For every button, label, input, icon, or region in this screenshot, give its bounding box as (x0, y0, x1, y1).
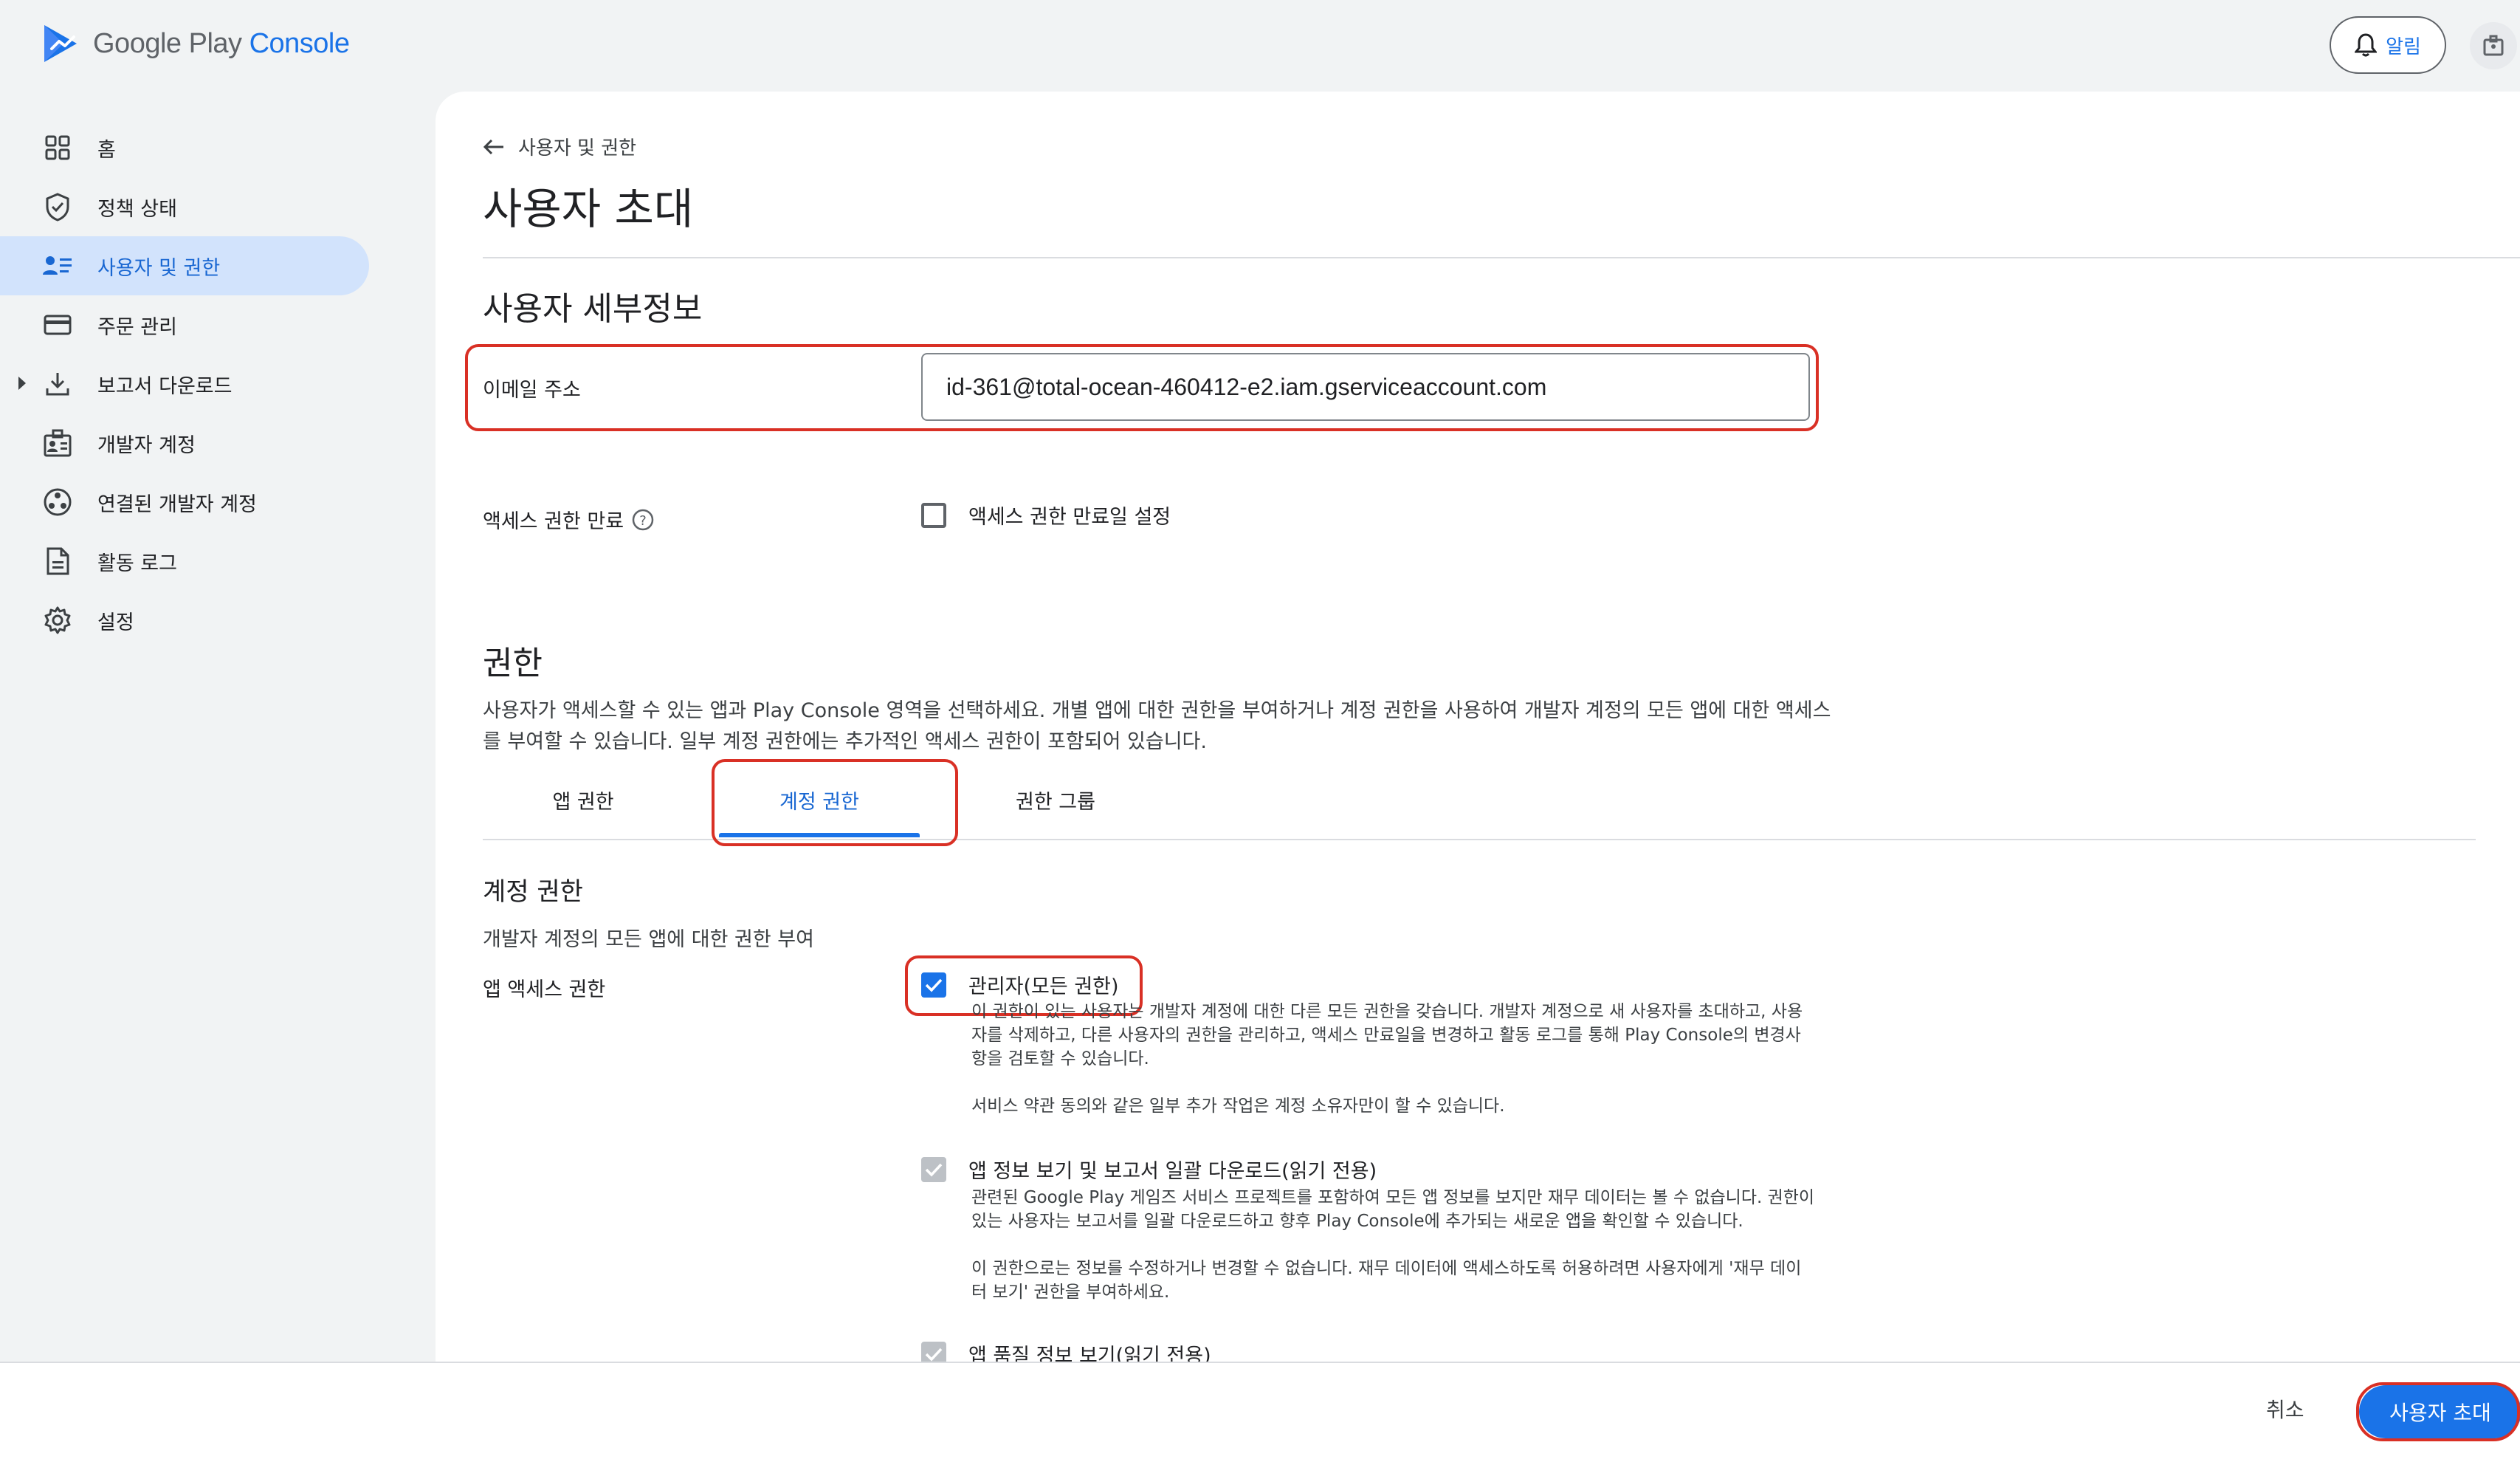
view-quality-label: 앱 품질 정보 보기(읽기 전용) (968, 1345, 1211, 1362)
expiry-checkbox-row[interactable]: 액세스 권한 만료일 설정 (921, 501, 1171, 529)
developer-badge-icon (2483, 35, 2504, 56)
view-app-info-desc-line4: 터 보기' 권한을 부여하세요. (971, 1283, 1170, 1302)
admin-desc-line2: 자를 삭제하고, 다른 사용자의 권한을 관리하고, 액세스 만료일을 변경하고… (971, 1026, 1801, 1045)
help-icon[interactable]: ? (631, 508, 655, 532)
sidebar-item-order-management[interactable]: 주문 관리 (0, 295, 413, 354)
permissions-heading: 권한 (483, 645, 543, 682)
permissions-description: 사용자가 액세스할 수 있는 앱과 Play Console 영역을 선택하세요… (483, 696, 1959, 758)
credit-card-icon (41, 309, 74, 341)
breadcrumb[interactable]: 사용자 및 권한 (483, 133, 636, 160)
sidebar-item-label: 연결된 개발자 계정 (97, 493, 257, 516)
view-app-info-description: 관련된 Google Play 게임즈 서비스 프로젝트를 포함하여 모든 앱 … (971, 1186, 1857, 1304)
page-title: 사용자 초대 (483, 184, 694, 234)
bell-icon (2355, 33, 2378, 57)
people-list-icon (41, 250, 74, 282)
breadcrumb-link[interactable]: 사용자 및 권한 (518, 133, 636, 160)
svg-text:?: ? (639, 513, 647, 529)
sidebar: 홈 정책 상태 사용자 및 권한 주문 관리 보고서 다운로드 개발자 계정 연… (0, 118, 413, 650)
logo-text: Google Play Console (93, 28, 350, 60)
sidebar-item-label: 주문 관리 (97, 315, 177, 339)
admin-desc-line4: 서비스 약관 동의와 같은 일부 추가 작업은 계정 소유자만이 할 수 있습니… (971, 1096, 1505, 1116)
sidebar-item-label: 개발자 계정 (97, 433, 196, 457)
view-app-info-desc-line1: 관련된 Google Play 게임즈 서비스 프로젝트를 포함하여 모든 앱 … (971, 1188, 1815, 1207)
admin-description: 이 권한이 있는 사용자는 개발자 계정에 대한 다른 모든 권한을 갖습니다.… (971, 1000, 1857, 1118)
play-console-logo-icon (44, 25, 77, 62)
cancel-button[interactable]: 취소 (2266, 1394, 2304, 1424)
sidebar-item-label: 정책 상태 (97, 197, 177, 221)
expiry-checkbox[interactable] (921, 502, 946, 528)
download-icon (41, 368, 74, 400)
google-play-console-logo[interactable]: Google Play Console (41, 22, 350, 65)
admin-desc-line3: 항을 검토할 수 있습니다. (971, 1049, 1149, 1068)
gear-icon (41, 604, 74, 636)
check-icon (925, 1348, 943, 1362)
logo-console: Console (249, 27, 350, 59)
view-app-info-checkbox-row: 앱 정보 보기 및 보고서 일괄 다운로드(읽기 전용) (921, 1155, 1377, 1184)
logo-google-play: Google Play (93, 27, 242, 59)
title-divider (483, 257, 2520, 258)
sidebar-item-linked-developer-accounts[interactable]: 연결된 개발자 계정 (0, 473, 413, 532)
tab-app-permissions[interactable]: 앱 권한 (472, 786, 694, 814)
sidebar-item-label: 사용자 및 권한 (97, 256, 221, 280)
tab-highlight-box (712, 759, 958, 846)
sidebar-item-download-reports[interactable]: 보고서 다운로드 (0, 354, 413, 413)
admin-desc-line1: 이 권한이 있는 사용자는 개발자 계정에 대한 다른 모든 권한을 갖습니다.… (971, 1002, 1803, 1021)
view-app-info-label: 앱 정보 보기 및 보고서 일괄 다운로드(읽기 전용) (968, 1160, 1377, 1183)
sidebar-item-label: 활동 로그 (97, 552, 177, 575)
tab-permission-groups[interactable]: 권한 그룹 (945, 786, 1166, 814)
check-icon (925, 1163, 943, 1177)
developer-badge-icon (41, 427, 74, 459)
sidebar-item-settings[interactable]: 설정 (0, 591, 413, 650)
view-app-info-desc-line2: 있는 사용자는 보고서를 일괄 다운로드하고 향후 Play Console에 … (971, 1212, 1743, 1231)
account-permissions-subheading: 개발자 계정의 모든 앱에 대한 권한 부여 (483, 928, 814, 951)
bottom-action-bar: 취소 사용자 초대 (0, 1362, 2520, 1462)
account-permissions-heading: 계정 권한 (483, 877, 583, 907)
sidebar-item-policy-status[interactable]: 정책 상태 (0, 177, 413, 236)
main-content: 사용자 및 권한 사용자 초대 사용자 세부정보 이메일 주소 id-361@t… (436, 92, 2520, 1362)
document-icon (41, 545, 74, 577)
view-app-info-desc-line3: 이 권한으로는 정보를 수정하거나 변경할 수 없습니다. 재무 데이터에 액세… (971, 1259, 1802, 1278)
app-access-label: 앱 액세스 권한 (483, 978, 606, 1001)
expiry-checkbox-label: 액세스 권한 만료일 설정 (968, 506, 1171, 529)
sidebar-item-developer-account[interactable]: 개발자 계정 (0, 413, 413, 473)
arrow-back-icon[interactable] (483, 138, 505, 156)
invite-highlight-box (2356, 1382, 2520, 1441)
view-quality-checkbox-row: 앱 품질 정보 보기(읽기 전용) (921, 1339, 1211, 1362)
view-app-info-checkbox (921, 1156, 946, 1182)
dashboard-grid-icon (41, 131, 74, 164)
sidebar-item-home[interactable]: 홈 (0, 118, 413, 177)
user-details-heading: 사용자 세부정보 (483, 290, 703, 328)
sidebar-item-label: 설정 (97, 611, 134, 634)
sidebar-item-label: 보고서 다운로드 (97, 374, 233, 398)
permissions-description-line1: 사용자가 액세스할 수 있는 앱과 Play Console 영역을 선택하세요… (483, 699, 1831, 722)
account-avatar[interactable] (2470, 22, 2517, 69)
caret-right-icon[interactable] (16, 375, 28, 391)
expiry-label: 액세스 권한 만료 (483, 510, 624, 533)
permissions-description-line2: 를 부여할 수 있습니다. 일부 계정 권한에는 추가적인 액세스 권한이 포함… (483, 730, 1207, 753)
sidebar-item-users-permissions[interactable]: 사용자 및 권한 (0, 236, 369, 295)
expiry-label-row: 액세스 권한 만료 ? (483, 505, 655, 534)
email-highlight-box (465, 344, 1819, 431)
sidebar-item-activity-log[interactable]: 활동 로그 (0, 532, 413, 591)
view-quality-checkbox (921, 1341, 946, 1362)
shield-check-icon (41, 191, 74, 223)
notifications-button[interactable]: 알림 (2330, 16, 2446, 74)
linked-accounts-icon (41, 486, 74, 518)
notifications-label: 알림 (2386, 35, 2421, 58)
sidebar-item-label: 홈 (97, 138, 116, 162)
